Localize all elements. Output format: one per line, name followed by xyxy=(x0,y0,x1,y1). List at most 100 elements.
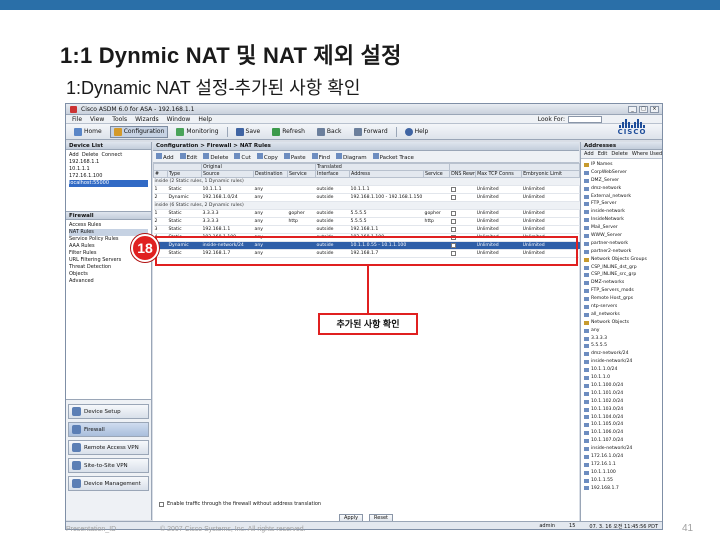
address-edit-button[interactable]: Edit xyxy=(598,151,608,157)
device-delete-button[interactable]: Delete xyxy=(82,152,98,158)
nat-add-button[interactable]: Add xyxy=(156,152,174,161)
enable-traffic-checkbox[interactable] xyxy=(159,501,164,507)
address-list-item[interactable]: 10.1.103.0/24 xyxy=(584,406,661,414)
device-list-item-selected[interactable]: localhost:55000 xyxy=(69,180,148,187)
column-header[interactable]: Service xyxy=(423,170,451,178)
close-button[interactable]: × xyxy=(650,105,659,113)
refresh-button[interactable]: Refresh xyxy=(268,126,309,138)
address-list-item[interactable]: 5.5.5.5 xyxy=(584,342,661,350)
nat-paste-button[interactable]: Paste xyxy=(283,152,306,161)
nat-find-button[interactable]: Find xyxy=(311,152,330,161)
address-list-item[interactable]: DMZ-networks xyxy=(584,279,661,287)
forward-button[interactable]: Forward xyxy=(350,126,392,138)
column-header[interactable]: # xyxy=(153,170,168,178)
address-list-item[interactable]: CSP_INLINE_src_grp xyxy=(584,271,661,279)
configuration-button[interactable]: Configuration xyxy=(109,125,169,138)
address-list-item[interactable]: FTP_Servers_mods xyxy=(584,287,661,295)
address-list-item[interactable]: 10.1.102.0/24 xyxy=(584,398,661,406)
address-group-header[interactable]: Network Objects Groups xyxy=(584,256,661,264)
address-list-item[interactable]: dmz-network xyxy=(584,185,661,193)
address-list-item[interactable]: 10.1.107.0/24 xyxy=(584,437,661,445)
address-list-item[interactable]: inside-network/24 xyxy=(584,358,661,366)
nav-device-setup[interactable]: Device Setup xyxy=(68,404,149,419)
address-list-item[interactable]: Remote Host_grps xyxy=(584,295,661,303)
address-list-item[interactable]: inside-network/24 xyxy=(584,445,661,453)
address-list-item[interactable]: 10.1.100.0/24 xyxy=(584,382,661,390)
nat-packet-trace-button[interactable]: Packet Trace xyxy=(372,152,414,161)
dns-rewrite-checkbox[interactable] xyxy=(450,186,456,192)
menu-view[interactable]: View xyxy=(90,116,104,123)
address-list-item[interactable]: 172.16.1.1 xyxy=(584,461,661,469)
save-button[interactable]: Save xyxy=(232,126,265,138)
help-button[interactable]: Help xyxy=(401,126,433,138)
device-add-button[interactable]: Add xyxy=(69,152,79,158)
table-row[interactable]: 1 Static 3.3.3.3 any gopher outside 5.5.5.5 gop… xyxy=(153,209,580,218)
column-header[interactable]: Service xyxy=(286,170,317,178)
device-connect-button[interactable]: Connect xyxy=(102,152,123,158)
lookfor-input[interactable] xyxy=(568,115,602,123)
table-row[interactable]: 1 Static 10.1.1.1 any outside 10.1.1.1 Unlimit… xyxy=(153,185,580,194)
nat-edit-button[interactable]: Edit xyxy=(179,152,197,161)
address-list-item[interactable]: CorpWebServer xyxy=(584,169,661,177)
nat-diagram-button[interactable]: Diagram xyxy=(335,152,367,161)
address-list-item[interactable]: WWW_Server xyxy=(584,232,661,240)
column-header[interactable]: Embryonic Limit xyxy=(521,170,581,178)
device-list-item[interactable]: 172.16.1.100 xyxy=(69,173,148,180)
column-header[interactable]: Type xyxy=(167,170,202,178)
nat-cut-button[interactable]: Cut xyxy=(234,152,251,161)
dns-rewrite-checkbox[interactable] xyxy=(450,194,456,200)
address-list-item[interactable]: 10.1.104.0/24 xyxy=(584,414,661,422)
tree-item-advanced[interactable]: Advanced xyxy=(69,278,148,285)
address-list-item[interactable]: InsideNetwork xyxy=(584,216,661,224)
address-list-item[interactable]: 10.1.106.0/24 xyxy=(584,429,661,437)
address-list-item[interactable]: all_networks xyxy=(584,311,661,319)
address-list-item[interactable]: 10.1.101.0/24 xyxy=(584,390,661,398)
address-group-header[interactable]: Network Objects xyxy=(584,319,661,327)
address-list-item[interactable]: 10.1.105.0/24 xyxy=(584,421,661,429)
address-list-item[interactable]: dmz-network/24 xyxy=(584,350,661,358)
address-list-item[interactable]: partner-network xyxy=(584,240,661,248)
table-group-row[interactable]: inside (6 Static rules, 2 Dynamic rules) xyxy=(153,201,580,210)
column-header[interactable]: Destination xyxy=(253,170,288,178)
column-header[interactable]: Interface xyxy=(315,170,351,178)
menu-window[interactable]: Window xyxy=(167,116,191,123)
address-list-item[interactable]: 10.1.1.0 xyxy=(584,374,661,382)
table-row[interactable]: 3 Static 192.168.1.1 any outside 192.168.1.1 U… xyxy=(153,225,580,234)
address-list-item[interactable]: 10.1.1.0/24 xyxy=(584,366,661,374)
table-row[interactable]: 2 Dynamic 192.168.1.0/24 any outside 192.168.… xyxy=(153,193,580,202)
dns-rewrite-checkbox[interactable] xyxy=(450,218,456,224)
nav-device-management[interactable]: Device Management xyxy=(68,476,149,491)
nat-delete-button[interactable]: Delete xyxy=(203,152,228,161)
monitoring-button[interactable]: Monitoring xyxy=(172,126,222,138)
menu-help[interactable]: Help xyxy=(198,116,212,123)
nat-copy-button[interactable]: Copy xyxy=(256,152,278,161)
table-group-row[interactable]: inside (2 Static rules, 1 Dynamic rules) xyxy=(153,177,580,186)
dns-rewrite-checkbox[interactable] xyxy=(450,226,456,232)
menu-file[interactable]: File xyxy=(72,116,82,123)
device-list-item[interactable]: 10.1.1.1 xyxy=(69,166,148,173)
address-list-item[interactable]: CSP_INLINE_dst_grp xyxy=(584,264,661,272)
tree-item-access-rules[interactable]: Access Rules xyxy=(69,222,148,229)
address-delete-button[interactable]: Delete xyxy=(611,151,627,157)
address-list-item[interactable]: 172.16.1.0/24 xyxy=(584,453,661,461)
home-button[interactable]: Home xyxy=(70,126,106,138)
nav-firewall[interactable]: Firewall xyxy=(68,422,149,437)
maximize-button[interactable]: □ xyxy=(639,105,648,113)
minimize-button[interactable]: _ xyxy=(628,105,637,113)
address-list-item[interactable]: inside-network xyxy=(584,208,661,216)
enable-traffic-option[interactable]: Enable traffic through the firewall with… xyxy=(159,501,321,507)
address-list-item[interactable]: Mail_Server xyxy=(584,224,661,232)
menu-tools[interactable]: Tools xyxy=(112,116,127,123)
column-header[interactable]: DNS Rewrite xyxy=(449,170,477,178)
menu-wizards[interactable]: Wizards xyxy=(135,116,159,123)
address-list-item[interactable]: partner2-network xyxy=(584,248,661,256)
address-list-item[interactable]: any xyxy=(584,327,661,335)
address-list-item[interactable]: ntp-servers xyxy=(584,303,661,311)
nav-remote-access-vpn[interactable]: Remote Access VPN xyxy=(68,440,149,455)
address-where-used-button[interactable]: Where Used xyxy=(632,151,662,157)
address-list-item[interactable]: 3.3.3.3 xyxy=(584,335,661,343)
device-list-item[interactable]: 192.168.1.1 xyxy=(69,159,148,166)
column-header[interactable]: Max TCP Conns xyxy=(475,170,523,178)
address-list-item[interactable]: FTP_Server xyxy=(584,200,661,208)
tree-item-objects[interactable]: Objects xyxy=(69,271,148,278)
